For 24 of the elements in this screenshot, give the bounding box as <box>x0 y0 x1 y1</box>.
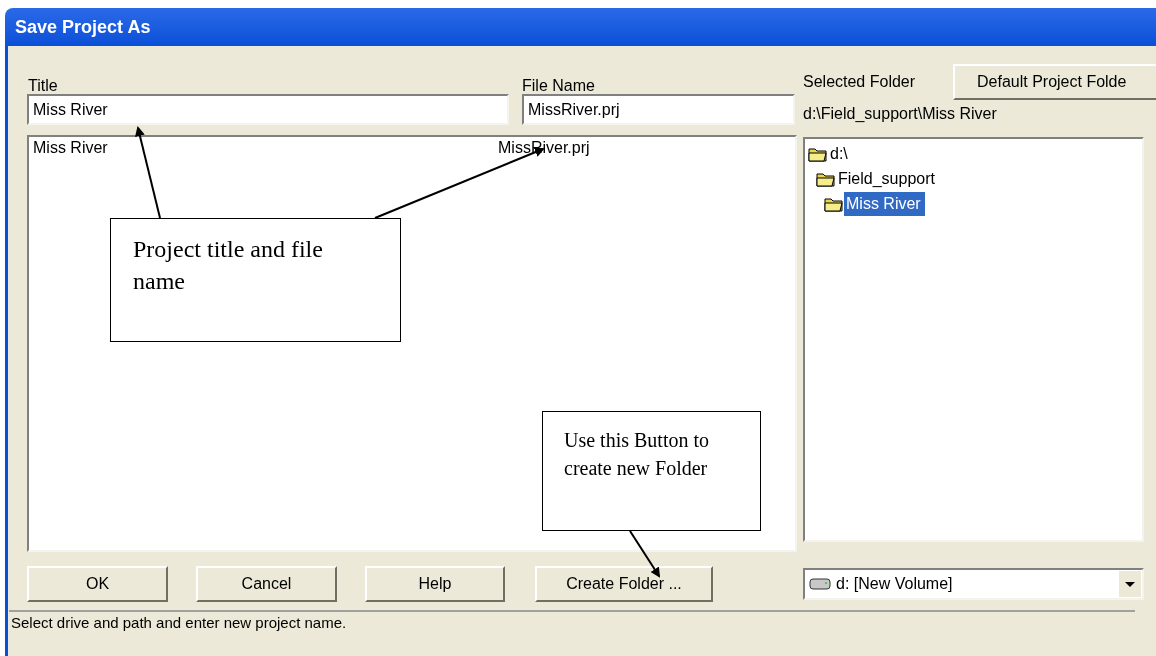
folder-icon <box>824 195 844 212</box>
drive-combo[interactable]: d: [New Volume] <box>803 568 1144 600</box>
dialog-button[interactable]: OK <box>27 566 168 602</box>
file-name-input[interactable]: MissRiver.prj <box>522 94 795 125</box>
folder-tree-item[interactable]: Field_support <box>836 166 939 191</box>
dialog-button[interactable]: Cancel <box>196 566 337 602</box>
selected-folder-label: Selected Folder <box>803 72 917 92</box>
folder-icon <box>808 145 828 162</box>
folder-tree-item[interactable]: Miss River <box>844 191 925 216</box>
dialog-button[interactable]: Create Folder ... <box>535 566 713 602</box>
folder-icon <box>816 170 836 187</box>
default-project-folder-button[interactable]: Default Project Folde <box>953 64 1156 100</box>
callout-box: Project title and file name <box>110 218 401 342</box>
dialog-button[interactable]: Help <box>365 566 505 602</box>
title-input[interactable]: Miss River <box>27 94 509 125</box>
title-label: Title <box>27 76 59 96</box>
status-bar: Select drive and path and enter new project name. <box>9 610 1135 634</box>
folder-tree-item[interactable]: d:\ <box>828 141 852 166</box>
file-name-label: File Name <box>522 76 596 96</box>
arrow <box>629 530 661 578</box>
drive-icon <box>809 577 831 591</box>
window-title: Save Project As <box>15 15 151 39</box>
folder-path: d:\Field_support\Miss River <box>803 104 998 124</box>
callout-box: Use this Button to create new Folder <box>542 411 761 531</box>
